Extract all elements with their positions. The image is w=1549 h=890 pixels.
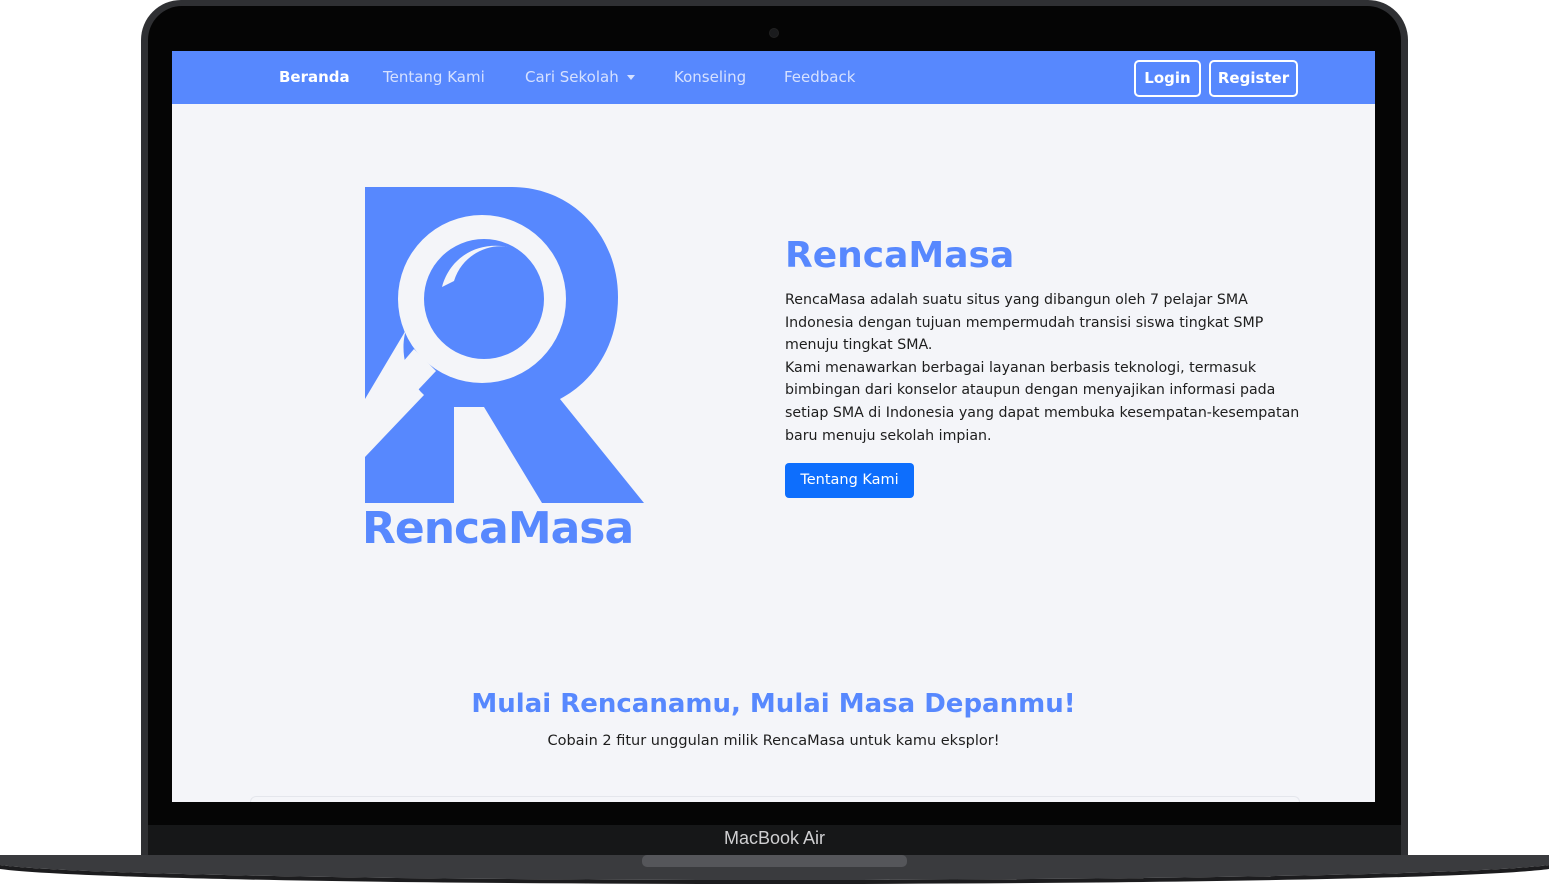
laptop-mockup: Beranda Tentang Kami Cari Sekolah Konsel… [0, 0, 1549, 890]
login-button[interactable]: Login [1134, 60, 1201, 97]
hero-title: RencaMasa [785, 235, 1015, 276]
feature-card-container [250, 796, 1300, 802]
camera-icon [770, 29, 778, 37]
hero-paragraph-1: RencaMasa adalah suatu situs yang dibang… [785, 292, 1264, 354]
laptop-base [0, 855, 1549, 890]
nav-item-tentang-kami[interactable]: Tentang Kami [383, 68, 485, 86]
magnifier-letter-r-icon [365, 187, 644, 503]
tentang-kami-button[interactable]: Tentang Kami [785, 463, 914, 498]
section-subtitle: Cobain 2 fitur unggulan milik RencaMasa … [547, 733, 1000, 749]
chevron-down-icon [626, 75, 635, 80]
nav-item-konseling[interactable]: Konseling [674, 68, 746, 86]
nav-item-feedback[interactable]: Feedback [784, 68, 855, 86]
laptop-base-notch [642, 855, 907, 867]
device-label: MacBook Air [723, 828, 826, 848]
nav-item-cari-sekolah[interactable]: Cari Sekolah [525, 68, 635, 86]
magnifier-lens [424, 239, 544, 359]
section-title: Mulai Rencanamu, Mulai Masa Depanmu! [471, 689, 1076, 719]
nav-item-beranda[interactable]: Beranda [279, 68, 350, 86]
hero-paragraph-2: Kami menawarkan berbagai layanan berbasi… [785, 359, 1300, 444]
top-navbar: Beranda Tentang Kami Cari Sekolah Konsel… [172, 51, 1375, 104]
register-button[interactable]: Register [1209, 60, 1298, 97]
logo-wordmark: RencaMasa [362, 503, 634, 554]
browser-viewport: Beranda Tentang Kami Cari Sekolah Konsel… [172, 51, 1375, 802]
nav-item-cari-sekolah-label: Cari Sekolah [525, 68, 619, 86]
hero-description: RencaMasa adalah suatu situs yang dibang… [785, 289, 1305, 447]
